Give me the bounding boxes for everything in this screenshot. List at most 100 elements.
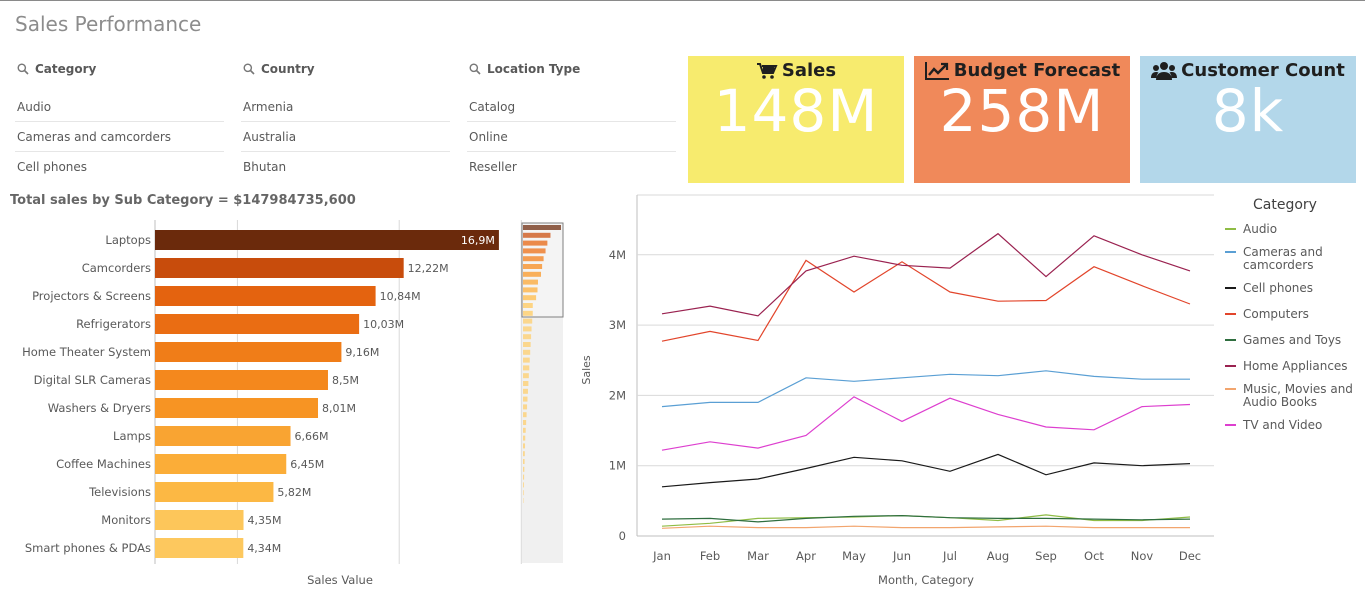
category-label: Monitors	[101, 513, 151, 527]
filter-location-type[interactable]: Location Type Catalog Online Reseller	[467, 56, 676, 182]
bar-7[interactable]	[155, 426, 291, 446]
bar-0[interactable]	[155, 230, 499, 250]
legend-label: Music, Movies and Audio Books	[1243, 382, 1353, 409]
x-tick-label: Jul	[942, 549, 957, 563]
legend-item[interactable]: Music, Movies and Audio Books	[1225, 382, 1353, 409]
legend-item[interactable]: TV and Video	[1225, 418, 1322, 432]
filter-country[interactable]: Country Armenia Australia Bhutan	[241, 56, 450, 182]
filter-item-audio[interactable]: Audio	[15, 92, 224, 122]
series-line-1[interactable]	[661, 370, 1190, 408]
legend-item[interactable]: Computers	[1225, 307, 1309, 321]
filter-item-reseller[interactable]: Reseller	[467, 152, 676, 182]
top-border	[0, 0, 1365, 1]
search-icon	[243, 63, 255, 75]
series-line-5[interactable]	[661, 232, 1191, 317]
legend-item[interactable]: Home Appliances	[1225, 359, 1348, 373]
filter-item-australia[interactable]: Australia	[241, 122, 450, 152]
bar-value-label: 12,22M	[408, 262, 449, 275]
filter-item-armenia[interactable]: Armenia	[241, 92, 450, 122]
filter-item-cell-phones[interactable]: Cell phones	[15, 152, 224, 182]
mini-bar	[523, 451, 525, 457]
mini-bar	[523, 373, 529, 379]
bar-2[interactable]	[155, 286, 376, 306]
bar-6[interactable]	[155, 398, 319, 418]
line-chart[interactable]: 01M2M3M4M5MJanFebMarAprMayJunJulAugSepOc…	[580, 192, 1365, 592]
series-line-7[interactable]	[661, 396, 1191, 451]
category-label: Home Theater System	[22, 345, 151, 359]
kpi-sales[interactable]: Sales 148M	[688, 56, 904, 183]
bar-10[interactable]	[155, 510, 244, 530]
kpi-budget-forecast[interactable]: Budget Forecast 258M	[914, 56, 1130, 183]
mini-bar	[523, 342, 531, 347]
mini-bar	[523, 326, 532, 332]
mini-bar	[523, 474, 525, 480]
legend-item[interactable]: Cameras and camcorders	[1225, 245, 1323, 272]
legend-label: Cell phones	[1243, 281, 1313, 295]
bar-11[interactable]	[155, 538, 244, 558]
x-tick-label: Jan	[652, 549, 671, 563]
bar-8[interactable]	[155, 454, 287, 474]
x-tick-label: Feb	[700, 549, 720, 563]
x-tick-label: Oct	[1084, 549, 1104, 563]
series-line-6[interactable]	[661, 525, 1190, 529]
filter-item-bhutan[interactable]: Bhutan	[241, 152, 450, 182]
legend-item[interactable]: Games and Toys	[1225, 333, 1341, 347]
mini-bar	[523, 381, 529, 386]
bar-4[interactable]	[155, 342, 342, 362]
mini-bar	[523, 459, 525, 464]
bar-value-label: 8,01M	[322, 402, 356, 415]
x-tick-label: Nov	[1131, 549, 1154, 563]
bar-5[interactable]	[155, 370, 328, 390]
series-line-3[interactable]	[661, 259, 1191, 342]
kpi-customer-count[interactable]: Customer Count 8k	[1140, 56, 1356, 183]
filter-item-catalog[interactable]: Catalog	[467, 92, 676, 122]
legend-label: TV and Video	[1242, 418, 1322, 432]
mini-bar	[523, 396, 528, 402]
series-line-2[interactable]	[661, 453, 1191, 488]
legend-label: Home Appliances	[1243, 359, 1348, 373]
filter-header[interactable]: Country	[241, 56, 450, 82]
legend-item[interactable]: Cell phones	[1225, 281, 1313, 295]
bar-value-label: 10,03M	[363, 318, 404, 331]
mini-bar	[523, 466, 525, 472]
bar-3[interactable]	[155, 314, 360, 334]
y-tick-label: 2M	[609, 388, 626, 402]
kpi-value: 8k	[1211, 77, 1285, 145]
bar-value-label: 5,82M	[277, 486, 311, 499]
legend-item[interactable]: Audio	[1225, 222, 1277, 236]
x-tick-label: Aug	[987, 549, 1009, 563]
filter-header[interactable]: Category	[15, 56, 224, 82]
category-label: Washers & Dryers	[48, 401, 151, 415]
y-tick-label: 0	[619, 529, 626, 543]
x-tick-label: Apr	[796, 549, 816, 563]
legend-label: Audio	[1243, 222, 1277, 236]
mini-bar	[523, 490, 524, 496]
legend-title: Category	[1253, 197, 1317, 213]
kpi-value: 148M	[713, 77, 879, 145]
category-label: Coffee Machines	[56, 457, 151, 471]
bar-value-label: 16,9M	[461, 234, 495, 247]
mini-chart-scroll-thumb[interactable]	[521, 222, 564, 318]
filter-header[interactable]: Location Type	[467, 56, 676, 82]
mini-bar	[523, 482, 524, 488]
filter-item-online[interactable]: Online	[467, 122, 676, 152]
category-label: Refrigerators	[76, 317, 151, 331]
x-axis-title: Sales Value	[307, 573, 373, 587]
x-tick-label: Sep	[1035, 549, 1057, 563]
bar-value-label: 4,34M	[247, 542, 281, 555]
bar-9[interactable]	[155, 482, 274, 502]
bar-chart[interactable]: Laptops 16,9M Camcorders 12,22M Projectors &…	[0, 212, 580, 602]
kpi-value: 258M	[939, 77, 1105, 145]
mini-bar	[523, 318, 533, 324]
mini-bar	[523, 420, 527, 425]
bar-1[interactable]	[155, 258, 404, 278]
bar-value-label: 6,66M	[295, 430, 329, 443]
y-axis-title: Sales	[580, 355, 593, 385]
category-label: Smart phones & PDAs	[25, 541, 151, 555]
search-icon	[17, 63, 29, 75]
mini-bar	[523, 404, 528, 410]
filter-item-cameras[interactable]: Cameras and camcorders	[15, 122, 224, 152]
users-icon	[1151, 61, 1178, 80]
filter-category[interactable]: Category Audio Cameras and camcorders Ce…	[15, 56, 224, 182]
x-tick-label: May	[842, 549, 866, 563]
